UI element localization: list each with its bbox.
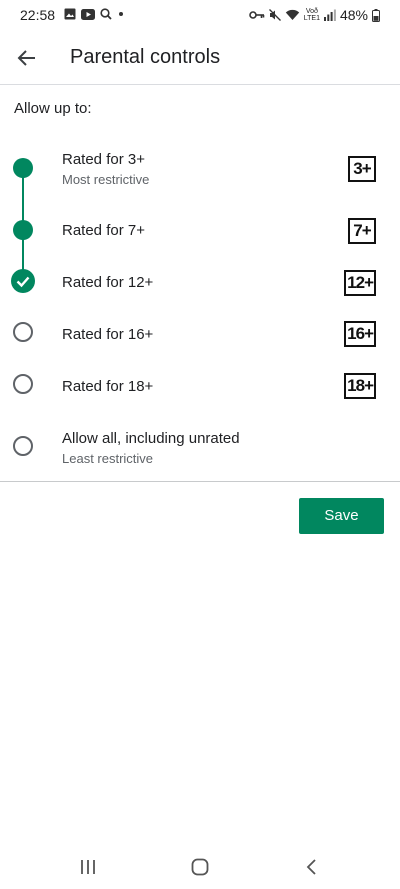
- battery-percent: 48%: [339, 7, 368, 23]
- recents-button[interactable]: [74, 855, 102, 879]
- option-sublabel: Most restrictive: [62, 172, 150, 187]
- option-rated-12[interactable]: Rated for 12+ 12+: [0, 256, 400, 308]
- radio-unselected-icon: [13, 436, 33, 456]
- save-button[interactable]: Save: [299, 498, 384, 534]
- option-label: Rated for 16+: [62, 326, 154, 343]
- option-sublabel: Least restrictive: [62, 451, 154, 466]
- intro-text: Allow up to:: [14, 100, 92, 117]
- search-icon: [100, 8, 112, 20]
- option-label: Rated for 3+: [62, 151, 145, 168]
- app-bar: Parental controls: [0, 32, 400, 85]
- status-time: 22:58: [20, 7, 56, 23]
- back-icon: [306, 859, 316, 875]
- home-button[interactable]: [186, 855, 214, 879]
- rating-badge: 3+: [348, 156, 376, 182]
- option-rated-7[interactable]: Rated for 7+ 7+: [0, 204, 400, 256]
- option-label: Rated for 12+: [62, 274, 154, 291]
- mute-icon: [268, 9, 281, 21]
- option-rated-16[interactable]: Rated for 16+ 16+: [0, 308, 400, 360]
- notification-icons: [64, 8, 125, 20]
- status-right-icons: Voð LTE1 48%: [248, 7, 380, 23]
- included-dot-icon: [13, 158, 33, 178]
- network-type: Voð LTE1: [303, 8, 320, 22]
- back-arrow-icon: [17, 50, 35, 66]
- home-icon: [191, 858, 209, 876]
- signal-icon: [323, 9, 336, 21]
- navigation-bar: [0, 845, 400, 889]
- included-dot-icon: [13, 220, 33, 240]
- option-rated-18[interactable]: Rated for 18+ 18+: [0, 360, 400, 412]
- status-bar: 22:58 Voð LTE1 48%: [0, 0, 400, 32]
- option-label: Allow all, including unrated: [62, 430, 240, 447]
- wifi-icon: [285, 9, 299, 20]
- back-button[interactable]: [14, 45, 40, 71]
- dot-icon: [119, 12, 123, 16]
- rating-badge: 7+: [348, 218, 376, 244]
- radio-unselected-icon: [13, 374, 33, 394]
- rating-badge: 16+: [344, 321, 376, 347]
- rating-badge: 18+: [344, 373, 376, 399]
- nav-back-button[interactable]: [298, 855, 326, 879]
- key-icon: [248, 11, 265, 19]
- option-label: Rated for 7+: [62, 222, 145, 239]
- youtube-icon: [81, 8, 95, 20]
- divider: [0, 481, 400, 482]
- recents-icon: [81, 860, 95, 874]
- page-title: Parental controls: [70, 46, 221, 68]
- battery-icon: [372, 8, 380, 22]
- checkmark-icon: [11, 269, 35, 293]
- image-icon: [64, 8, 76, 20]
- radio-unselected-icon: [13, 322, 33, 342]
- rating-badge: 12+: [344, 270, 376, 296]
- option-allow-all[interactable]: Allow all, including unrated Least restr…: [0, 416, 400, 476]
- option-rated-3[interactable]: Rated for 3+ Most restrictive 3+: [0, 144, 400, 196]
- option-label: Rated for 18+: [62, 378, 154, 395]
